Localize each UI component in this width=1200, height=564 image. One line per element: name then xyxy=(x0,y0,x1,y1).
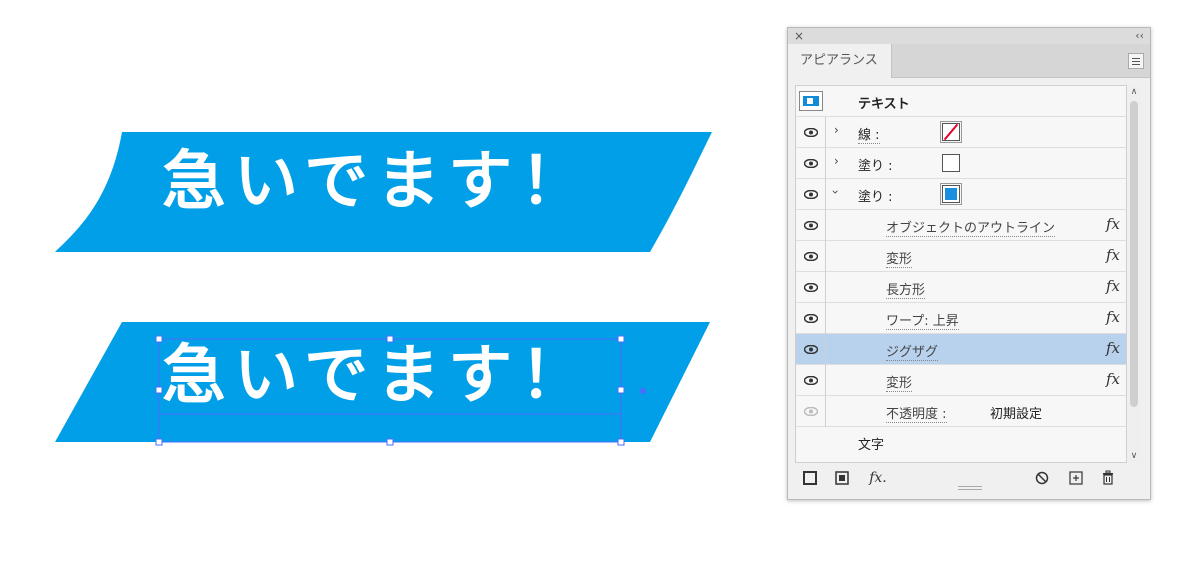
duplicate-item-button[interactable] xyxy=(1068,468,1084,488)
fill-swatch-white[interactable] xyxy=(942,154,960,172)
trash-icon xyxy=(1103,470,1113,485)
eye-icon xyxy=(804,190,818,199)
scroll-thumb[interactable] xyxy=(1130,101,1138,407)
scrollbar[interactable]: ∧ ∨ xyxy=(1127,85,1141,463)
effect-link[interactable]: ジグザグ xyxy=(886,341,939,361)
artwork-svg xyxy=(55,132,712,446)
stroke-swatch[interactable] xyxy=(940,121,962,143)
row-stroke[interactable]: › 線 : xyxy=(796,117,1126,148)
effect-link[interactable]: オブジェクトのアウトライン xyxy=(886,217,1056,237)
eye-icon xyxy=(804,283,818,292)
clear-appearance-button[interactable] xyxy=(1034,468,1050,488)
visibility-toggle[interactable] xyxy=(796,272,826,303)
visibility-toggle[interactable] xyxy=(796,241,826,272)
object-type-label: テキスト xyxy=(858,97,910,112)
visibility-toggle[interactable] xyxy=(796,117,826,148)
row-opacity[interactable]: 不透明度 : 初期設定 xyxy=(796,396,1126,427)
appearance-panel: × ‹‹ アピアランス テキスト › 線 : › 塗り : › 塗り: オブジ… xyxy=(787,27,1151,500)
eye-icon xyxy=(804,159,818,168)
scroll-up-icon[interactable]: ∧ xyxy=(1127,87,1141,97)
row-effect-outline-object[interactable]: オブジェクトのアウトライン fx xyxy=(796,210,1126,241)
visibility-toggle[interactable] xyxy=(796,303,826,334)
row-effect-zigzag[interactable]: ジグザグ fx xyxy=(796,334,1126,365)
fx-icon: fx xyxy=(1105,370,1120,388)
eye-icon xyxy=(804,128,818,137)
appearance-list: テキスト › 線 : › 塗り : › 塗り : オブジェクトのアウトライン f… xyxy=(795,85,1127,463)
effect-link[interactable]: ワープ: 上昇 xyxy=(886,310,959,330)
add-fill-button[interactable] xyxy=(834,468,850,488)
row-effect-transform-2[interactable]: 変形 fx xyxy=(796,365,1126,396)
add-stroke-button[interactable] xyxy=(802,468,818,488)
opacity-value: 初期設定 xyxy=(990,407,1043,422)
fx-icon: fx xyxy=(1105,246,1120,264)
fill-label[interactable]: 塗り : xyxy=(858,186,893,205)
text-object-icon xyxy=(799,91,823,111)
fill-label[interactable]: 塗り : xyxy=(858,155,893,174)
delete-item-button[interactable] xyxy=(1100,468,1116,488)
fx-menu-button[interactable]: fx. xyxy=(866,468,890,488)
characters-label: 文字 xyxy=(858,438,885,453)
panel-toolbar: fx. xyxy=(788,466,1150,492)
eye-icon xyxy=(804,221,818,230)
visibility-toggle[interactable] xyxy=(796,210,826,241)
panel-menu-icon[interactable] xyxy=(1128,53,1144,69)
banner-text-bottom[interactable]: 急いでます！ xyxy=(162,344,592,408)
no-icon xyxy=(1035,471,1049,485)
chevron-down-icon[interactable]: › xyxy=(828,190,842,195)
stroke-label[interactable]: 線 : xyxy=(858,124,880,144)
fx-icon: fx xyxy=(1105,308,1120,326)
chevron-right-icon[interactable]: › xyxy=(834,154,839,168)
eye-icon xyxy=(804,252,818,261)
eye-icon xyxy=(804,314,818,323)
panel-tab-row: アピアランス xyxy=(788,44,1150,78)
fx-icon: fx xyxy=(1105,339,1120,357)
row-effect-warp[interactable]: ワープ: 上昇 fx xyxy=(796,303,1126,334)
row-effect-transform-1[interactable]: 変形 fx xyxy=(796,241,1126,272)
visibility-toggle[interactable] xyxy=(796,179,826,210)
visibility-toggle[interactable] xyxy=(796,396,826,427)
effect-link[interactable]: 変形 xyxy=(886,248,913,268)
plus-square-icon xyxy=(1069,471,1083,485)
square-outline-icon xyxy=(803,471,817,485)
opacity-link[interactable]: 不透明度 : xyxy=(886,403,947,423)
effect-link[interactable]: 変形 xyxy=(886,372,913,392)
resize-grip[interactable] xyxy=(958,486,982,490)
collapse-icon[interactable]: ‹‹ xyxy=(1135,28,1144,44)
square-filled-icon xyxy=(835,471,849,485)
eye-icon-disabled xyxy=(804,407,818,416)
effect-link[interactable]: 長方形 xyxy=(886,279,926,299)
row-fill-1[interactable]: › 塗り : xyxy=(796,148,1126,179)
tab-appearance[interactable]: アピアランス xyxy=(788,44,892,78)
eye-icon xyxy=(804,345,818,354)
visibility-toggle[interactable] xyxy=(796,334,826,365)
artboard: 急いでます！ 急いでます！ xyxy=(0,0,760,564)
scroll-down-icon[interactable]: ∨ xyxy=(1127,451,1141,461)
fill-swatch-blue[interactable] xyxy=(940,183,962,205)
fx-icon: fx xyxy=(1105,215,1120,233)
row-fill-2[interactable]: › 塗り : xyxy=(796,179,1126,210)
row-effect-rectangle[interactable]: 長方形 fx xyxy=(796,272,1126,303)
fx-icon: fx xyxy=(1105,277,1120,295)
row-characters[interactable]: 文字 xyxy=(796,427,1126,458)
panel-titlebar: × ‹‹ xyxy=(788,28,1150,44)
eye-icon xyxy=(804,376,818,385)
visibility-toggle[interactable] xyxy=(796,148,826,179)
text-out-port xyxy=(640,388,646,394)
visibility-toggle[interactable] xyxy=(796,365,826,396)
close-icon[interactable]: × xyxy=(794,28,804,44)
chevron-right-icon[interactable]: › xyxy=(834,123,839,137)
row-object-header[interactable]: テキスト xyxy=(796,86,1126,117)
banner-text-top: 急いでます！ xyxy=(162,145,593,219)
